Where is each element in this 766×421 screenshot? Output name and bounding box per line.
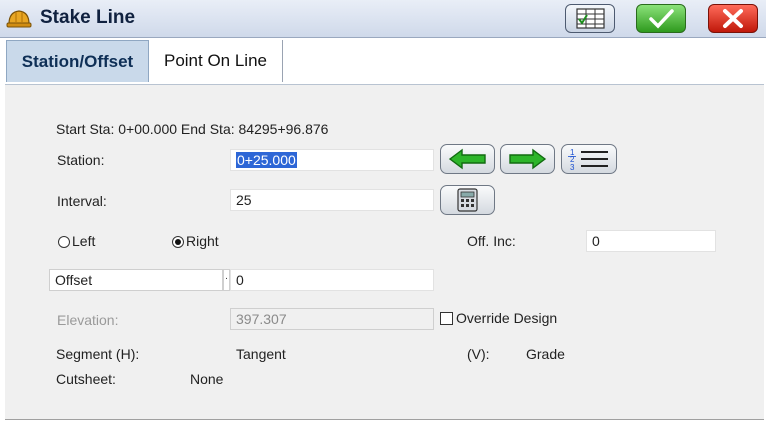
override-design-checkbox[interactable] <box>440 312 453 325</box>
grid-view-button[interactable] <box>565 4 615 33</box>
override-design-label: Override Design <box>456 310 558 326</box>
window-title: Stake Line <box>40 7 136 28</box>
segment-h-value: Tangent <box>236 346 286 362</box>
station-range-text: Start Sta: 0+00.000 End Sta: 84295+96.87… <box>56 121 329 137</box>
offset-mode-select[interactable]: Offset <box>49 269 223 291</box>
grid-check-icon <box>576 8 605 29</box>
svg-text:3: 3 <box>570 163 575 172</box>
station-value: 0+25.000 <box>236 152 297 168</box>
left-radio-label: Left <box>72 233 96 249</box>
offset-mode-dropdown-arrow[interactable]: · <box>223 269 230 291</box>
offset-increment-label: Off. Inc: <box>467 233 516 249</box>
interval-label: Interval: <box>57 193 107 209</box>
close-button[interactable] <box>708 4 758 33</box>
title-bar: Stake Line <box>0 0 766 38</box>
checkmark-icon <box>649 9 674 29</box>
station-label: Station: <box>57 152 105 168</box>
elevation-label: Elevation: <box>57 312 119 328</box>
form-panel: Start Sta: 0+00.000 End Sta: 84295+96.87… <box>5 84 764 420</box>
station-list-button[interactable]: 1 2 3 <box>561 144 617 174</box>
radio-selected-dot <box>175 239 181 245</box>
cutsheet-label: Cutsheet: <box>56 371 116 387</box>
offset-increment-input[interactable]: 0 <box>586 230 716 252</box>
hardhat-icon <box>6 10 32 28</box>
calculator-button[interactable] <box>440 185 495 215</box>
calculator-icon <box>457 188 478 212</box>
previous-station-button[interactable] <box>440 144 495 174</box>
right-radio-label: Right <box>186 233 219 249</box>
station-input[interactable]: 0+25.000 <box>230 149 434 171</box>
right-arrow-icon <box>509 148 547 170</box>
ok-button[interactable] <box>636 4 686 33</box>
right-radio[interactable] <box>172 236 184 248</box>
next-station-button[interactable] <box>500 144 555 174</box>
segment-h-label: Segment (H): <box>56 346 140 362</box>
interval-input[interactable]: 25 <box>230 189 434 211</box>
elevation-input: 397.307 <box>230 308 434 330</box>
tab-point-on-line[interactable]: Point On Line <box>149 40 283 82</box>
segment-v-label: (V): <box>467 346 490 362</box>
cutsheet-value: None <box>190 371 224 387</box>
segment-v-value: Grade <box>526 346 565 362</box>
numbered-list-icon: 1 2 3 <box>568 148 608 172</box>
offset-input[interactable]: 0 <box>230 269 434 291</box>
left-arrow-icon <box>448 148 486 170</box>
left-radio[interactable] <box>58 236 70 248</box>
tab-station-offset[interactable]: Station/Offset <box>6 40 149 82</box>
close-x-icon <box>723 9 743 28</box>
tab-bar: Station/Offset Point On Line <box>0 38 766 84</box>
